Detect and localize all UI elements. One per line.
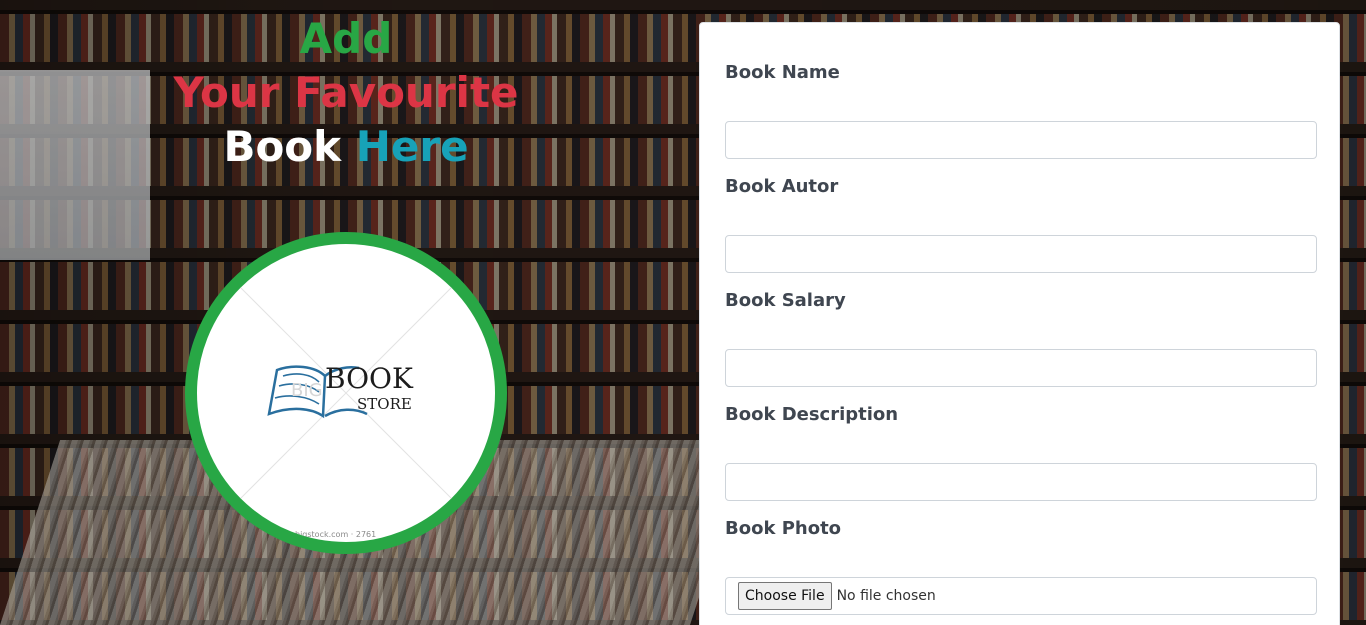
book-salary-group: Book Salary <box>725 288 1317 387</box>
book-store-logo: BIG BOOK STORE bigstock.com · 2761 <box>185 232 507 554</box>
page: Add Your Favourite Book Here BIG BOOK ST… <box>0 0 1366 625</box>
logo-credit-text: bigstock.com · 2761 <box>295 530 377 539</box>
book-name-label: Book Name <box>725 62 840 83</box>
book-photo-file-input: Choose File No file chosen <box>725 577 1317 615</box>
headline-line-favourite: Your Favourite <box>173 68 519 117</box>
book-description-input[interactable] <box>725 463 1317 501</box>
book-author-input[interactable] <box>725 235 1317 273</box>
book-name-group: Book Name <box>725 60 1317 159</box>
file-status-text: No file chosen <box>836 588 936 604</box>
headline-word-here: Here <box>355 122 469 171</box>
headline-word-book: Book <box>223 122 342 171</box>
headline-line-book-here: Book Here <box>223 122 468 171</box>
book-author-group: Book Autor <box>725 174 1317 273</box>
svg-text:BIG: BIG <box>291 380 323 401</box>
book-salary-input[interactable] <box>725 349 1317 387</box>
book-description-label: Book Description <box>725 404 899 425</box>
book-photo-label: Book Photo <box>725 518 842 539</box>
headline: Add Your Favourite Book Here <box>150 12 542 174</box>
add-book-form: Book Name Book Autor Book Salary Book De… <box>699 22 1340 625</box>
headline-line-add: Add <box>299 14 393 63</box>
book-description-group: Book Description <box>725 402 1317 501</box>
logo-text-store: STORE <box>357 395 412 413</box>
book-author-label: Book Autor <box>725 176 839 197</box>
book-name-input[interactable] <box>725 121 1317 159</box>
choose-file-button[interactable]: Choose File <box>738 582 832 610</box>
logo-text-book: BOOK <box>325 362 413 395</box>
book-salary-label: Book Salary <box>725 290 846 311</box>
book-photo-group: Book Photo Choose File No file chosen <box>725 516 1317 615</box>
